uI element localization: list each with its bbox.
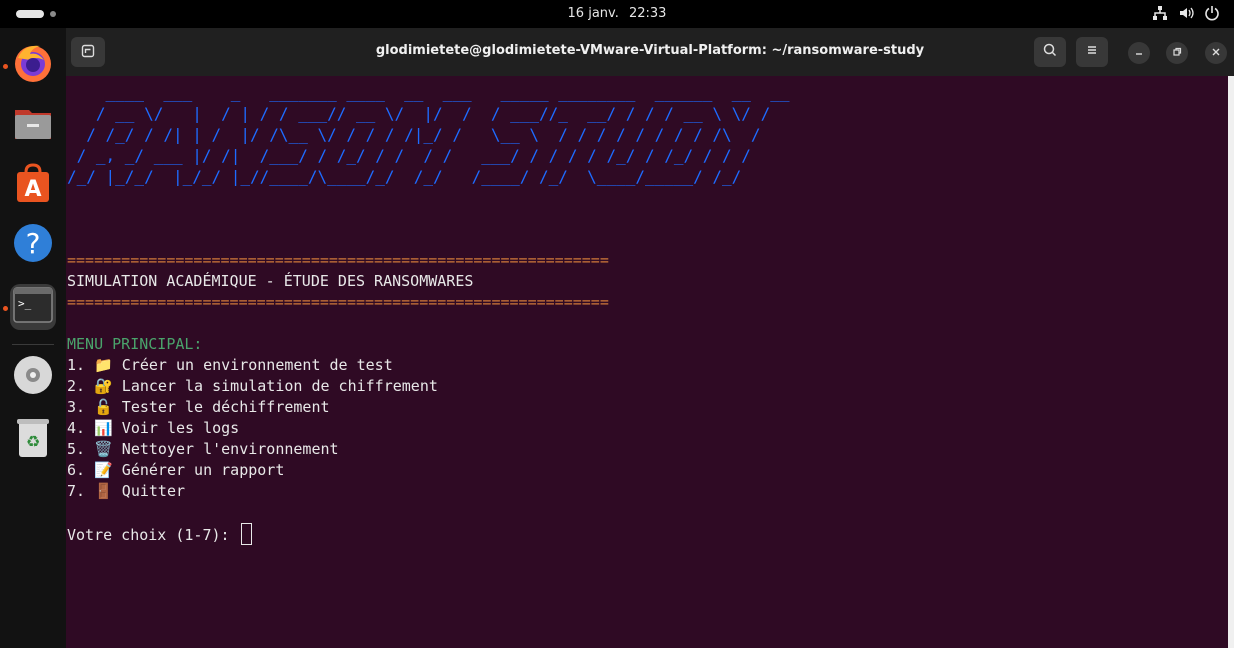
prompt: Votre choix (1-7):: [67, 526, 239, 544]
dock-separator: [12, 344, 54, 345]
power-icon: [1204, 5, 1220, 25]
scrollbar[interactable]: [1228, 76, 1234, 648]
close-icon: [1211, 47, 1221, 60]
menu-item: 3. 🔓 Tester le déchiffrement: [67, 398, 330, 416]
text-cursor: [240, 523, 252, 545]
dock-app-help[interactable]: ?: [10, 222, 56, 268]
svg-text:♻: ♻: [26, 432, 40, 451]
dock-app-disc[interactable]: [10, 354, 56, 400]
network-icon: [1152, 5, 1168, 25]
hamburger-icon: [1086, 44, 1098, 60]
system-tray[interactable]: [1152, 5, 1220, 25]
menu-title: MENU PRINCIPAL:: [67, 335, 203, 353]
menu-item: 6. 📝 Générer un rapport: [67, 461, 285, 479]
dock-app-firefox[interactable]: [10, 42, 56, 88]
app-center-icon: A: [12, 162, 54, 208]
clock-date: 16 janv.: [567, 6, 619, 21]
svg-text:?: ?: [26, 227, 41, 260]
search-icon: [1043, 43, 1057, 61]
running-indicator-terminal: [3, 306, 8, 311]
heading: SIMULATION ACADÉMIQUE - ÉTUDE DES RANSOM…: [67, 272, 474, 290]
title-bar[interactable]: glodimietete@glodimietete-VMware-Virtual…: [66, 28, 1234, 76]
restore-icon: [1172, 47, 1182, 60]
dock: A ? >_ ♻: [0, 28, 66, 648]
maximize-button[interactable]: [1166, 42, 1188, 64]
files-icon: [12, 102, 54, 148]
menu-item: 1. 📁 Créer un environnement de test: [67, 356, 393, 374]
prompt-line[interactable]: Votre choix (1-7):: [67, 523, 1228, 545]
minimize-button[interactable]: [1128, 42, 1150, 64]
search-button[interactable]: [1034, 37, 1066, 67]
dock-app-trash[interactable]: ♻: [10, 416, 56, 462]
disc-icon: [12, 354, 54, 400]
menu-item: 4. 📊 Voir les logs: [67, 419, 240, 437]
menu-item: 7. 🚪 Quitter: [67, 482, 186, 500]
dock-app-app-center[interactable]: A: [10, 162, 56, 208]
svg-text:>_: >_: [18, 297, 32, 310]
clock[interactable]: 16 janv. 22:33: [0, 6, 1234, 21]
minimize-icon: [1134, 47, 1144, 60]
running-indicator-firefox: [3, 64, 8, 69]
terminal-output[interactable]: ____ ___ _ _______ ____ __ ___ _____ ___…: [66, 76, 1228, 648]
volume-icon: [1178, 5, 1194, 25]
svg-text:A: A: [24, 177, 41, 202]
separator-bottom: ========================================…: [67, 293, 609, 311]
top-bar: 16 janv. 22:33: [0, 0, 1234, 28]
clock-time: 22:33: [628, 6, 667, 21]
menu-item: 2. 🔐 Lancer la simulation de chiffrement: [67, 377, 438, 395]
firefox-icon: [12, 42, 54, 88]
dock-app-files[interactable]: [10, 102, 56, 148]
close-button[interactable]: [1205, 42, 1227, 64]
terminal-icon: >_: [13, 287, 53, 327]
menu-button[interactable]: [1076, 37, 1108, 67]
trash-icon: ♻: [13, 415, 53, 463]
terminal-window: glodimietete@glodimietete-VMware-Virtual…: [66, 28, 1234, 648]
ascii-banner: ____ ___ _ _______ ____ __ ___ _____ ___…: [67, 83, 790, 186]
separator-top: ========================================…: [67, 251, 609, 269]
help-icon: ?: [12, 222, 54, 268]
dock-app-terminal[interactable]: >_: [10, 284, 56, 330]
menu-item: 5. 🗑️ Nettoyer l'environnement: [67, 440, 339, 458]
